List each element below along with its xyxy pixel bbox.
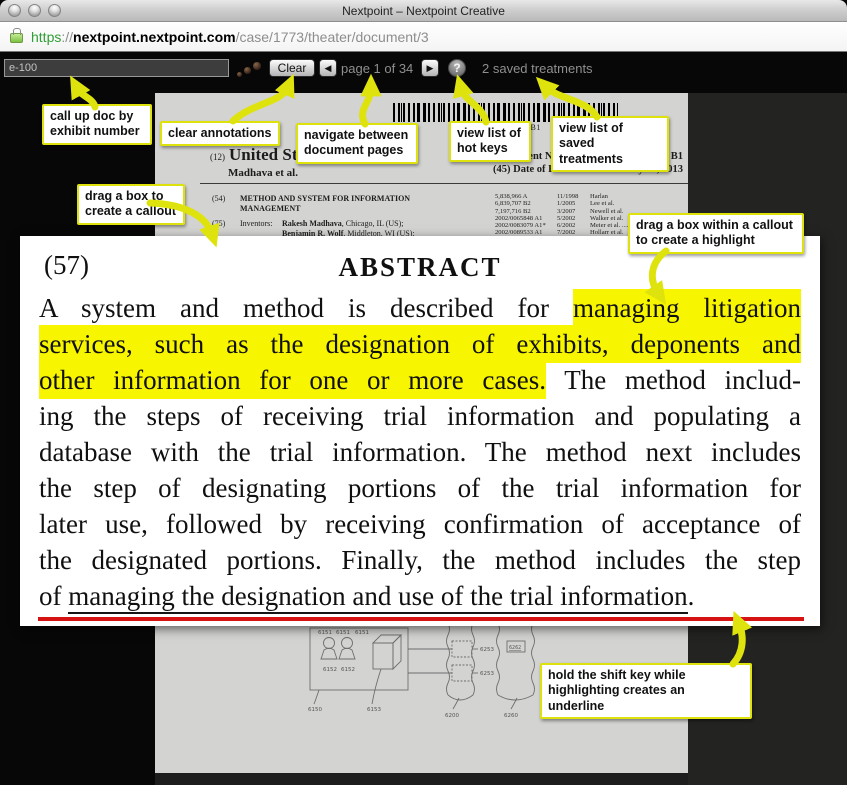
reference-cell: 7,197,716 B2: [495, 208, 557, 215]
annotation-clear: clear annotations: [160, 121, 280, 146]
patent-field-54: (54) METHOD AND SYSTEM FOR INFORMATION M…: [212, 194, 440, 214]
annotation-navigate-pages: navigate between document pages: [296, 123, 418, 164]
abstract-line: ing the steps of receiving trial informa…: [39, 398, 801, 434]
header-divider: [200, 183, 688, 184]
page-indicator: page 1 of 34: [341, 61, 413, 76]
abstract-text: later use, followed by receiving confirm…: [39, 509, 801, 539]
url-protocol: https: [31, 29, 61, 45]
reference-cell: 6/2002: [557, 222, 590, 229]
window-title: Nextpoint – Nextpoint Creative: [0, 4, 847, 18]
reference-cell: Lee et al.: [590, 200, 687, 207]
next-page-button[interactable]: ▶: [421, 59, 439, 77]
window-titlebar: Nextpoint – Nextpoint Creative: [0, 0, 847, 22]
abstract-line: the step of designating portions of the …: [39, 470, 801, 506]
abstract-line: database with the trial information. The…: [39, 434, 801, 470]
abstract-text: of: [39, 581, 68, 611]
annotation-saved-treatments: view list of saved treatments: [551, 116, 669, 172]
abstract-title: ABSTRACT: [20, 252, 820, 283]
highlight-annotation: services, such as the designation of exh…: [39, 325, 801, 363]
window-close-button[interactable]: [8, 4, 21, 17]
inventor-1-rest: , Chicago, IL (US);: [342, 219, 404, 228]
patent-kind-label: (12): [210, 152, 225, 162]
highlight-annotation: managing litigation: [573, 289, 801, 327]
url-separator: ://: [61, 29, 73, 45]
abstract-body: A system and method is described for man…: [20, 282, 820, 614]
field54-label: (54): [212, 194, 240, 214]
reference-row: 5,838,966 A11/1998Harlan: [495, 193, 687, 200]
annotation-dots-icon: [237, 62, 263, 78]
abstract-line: later use, followed by receiving confirm…: [39, 506, 801, 542]
previous-page-button[interactable]: ◀: [319, 59, 337, 77]
red-underline-annotation: [38, 617, 804, 621]
reference-cell: 5,838,966 A: [495, 193, 557, 200]
annotation-drag-highlight: drag a box within a callout to create a …: [628, 213, 804, 254]
field54-line2: MANAGEMENT: [240, 204, 300, 213]
annotation-call-up-doc: call up doc by exhibit number: [42, 104, 152, 145]
abstract-line: services, such as the designation of exh…: [39, 326, 801, 362]
figure-label: 6260: [504, 713, 518, 719]
reference-cell: 11/1998: [557, 193, 590, 200]
abstract-text: database with the trial information. The…: [39, 437, 801, 467]
abstract-line: A system and method is described for man…: [39, 290, 801, 326]
browser-window: Nextpoint – Nextpoint Creative https://n…: [0, 0, 847, 785]
viewer-background-strip: [155, 773, 688, 785]
figure-label: 6152: [341, 667, 355, 673]
abstract-line: other information for one or more cases.…: [39, 362, 801, 398]
figure-label: 6200: [445, 713, 459, 719]
figure-label: 6151: [355, 630, 369, 636]
abstract-line: of managing the designation and use of t…: [39, 578, 801, 614]
clear-annotations-button[interactable]: Clear: [269, 59, 315, 77]
figure-label: 6152: [323, 667, 337, 673]
reference-cell: 3/2007: [557, 208, 590, 215]
patent-authors: Madhava et al.: [210, 167, 377, 179]
reference-cell: Harlan: [590, 193, 687, 200]
underline-annotation: managing the designation and use of the …: [68, 581, 687, 614]
field54-text: METHOD AND SYSTEM FOR INFORMATION MANAGE…: [240, 194, 440, 214]
window-zoom-button[interactable]: [48, 4, 61, 17]
abstract-text: the step of designating portions of the …: [39, 473, 801, 503]
annotation-hot-keys: view list of hot keys: [449, 121, 531, 162]
reference-cell: 2002/0083079 A1*: [495, 222, 557, 229]
annotation-shift-underline: hold the shift key while highlighting cr…: [540, 663, 752, 719]
help-button[interactable]: ?: [448, 59, 466, 77]
abstract-callout[interactable]: (57) ABSTRACT A system and method is des…: [20, 236, 820, 626]
abstract-line: the designated portions. Finally, the me…: [39, 542, 801, 578]
annotation-drag-callout: drag a box to create a callout: [77, 184, 185, 225]
saved-treatments-button[interactable]: 2 saved treatments: [482, 61, 593, 76]
reference-cell: 5/2002: [557, 215, 590, 222]
abstract-text: the designated portions. Finally, the me…: [39, 545, 801, 575]
figure-label: 6150: [308, 707, 322, 713]
figure-label: 6151: [318, 630, 332, 636]
address-bar[interactable]: https://nextpoint.nextpoint.com/case/177…: [0, 22, 847, 52]
abstract-text: The method includ-: [546, 365, 801, 395]
abstract-number: (57): [44, 250, 89, 281]
figure-label: 6262: [509, 645, 521, 651]
abstract-text: A system and method is described for: [39, 293, 573, 323]
url-domain: nextpoint.nextpoint.com: [73, 29, 236, 45]
figure-label: 6153: [367, 707, 381, 713]
exhibit-number-input[interactable]: [4, 59, 229, 77]
reference-cell: 1/2005: [557, 200, 590, 207]
field54-line1: METHOD AND SYSTEM FOR INFORMATION: [240, 194, 410, 203]
abstract-text: .: [688, 581, 695, 611]
figure-label: 6151: [336, 630, 350, 636]
highlight-annotation: other information for one or more cases.: [39, 361, 546, 399]
url-path: /case/1773/theater/document/3: [236, 29, 429, 45]
figure-label: 6253: [480, 671, 494, 677]
window-minimize-button[interactable]: [28, 4, 41, 17]
figure-label: 6253: [480, 647, 494, 653]
inventor-1-name: Rakesh Madhava: [282, 219, 342, 228]
reference-row: 6,839,707 B21/2005Lee et al.: [495, 200, 687, 207]
window-controls: [8, 4, 61, 17]
reference-cell: 2002/0065848 A1: [495, 215, 557, 222]
reference-cell: 6,839,707 B2: [495, 200, 557, 207]
lock-icon: [10, 33, 23, 43]
abstract-text: ing the steps of receiving trial informa…: [39, 401, 801, 431]
